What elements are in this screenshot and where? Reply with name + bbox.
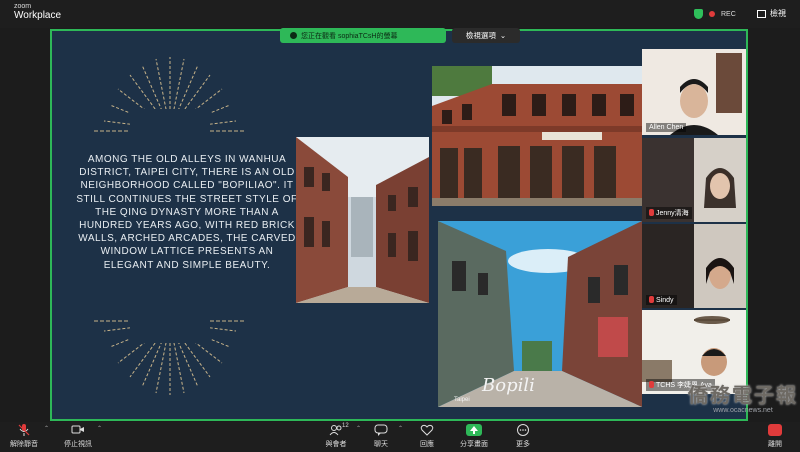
sunburst-bottom-ornament [94, 317, 246, 395]
muted-mic-icon [649, 209, 654, 216]
participant-tile-jenny[interactable]: Jenny清海 [642, 138, 746, 222]
photo-caption-script: Bopili [481, 375, 535, 396]
participant-name-text: Jenny清海 [656, 210, 689, 217]
corner-building-photo [432, 66, 642, 206]
chat-icon [374, 424, 388, 436]
alley-photo [296, 137, 429, 303]
brand-small: zoom [14, 3, 32, 10]
participant-tile-ava[interactable]: TCHS 李婕恩 Ava [642, 310, 746, 394]
meeting-toolbar: 解除靜音 ⌃ 停止視訊 ⌃ 12 與會者 ⌃ 聊天 ⌃ 回應 分享畫面 更多 離… [0, 422, 800, 452]
muted-mic-icon [649, 296, 654, 303]
share-screen-label: 分享畫面 [460, 441, 488, 448]
unmute-label: 解除靜音 [10, 441, 38, 448]
slide-body-text: Among the old alleys in Wanhua District,… [76, 154, 298, 271]
participant-name: Sindy [646, 295, 677, 305]
recording-indicator[interactable]: REC [694, 9, 736, 19]
participant-name-text: Sindy [656, 297, 674, 304]
leave-button[interactable]: 離開 [768, 424, 782, 449]
photo-caption-small: Taipei [454, 397, 470, 403]
video-camera-icon [71, 425, 84, 434]
participants-button[interactable]: 12 與會者 [324, 423, 349, 449]
participant-name: Allen Chen [646, 123, 687, 132]
ocac-watermark: 僑務電子報 www.ocacnews.net [688, 385, 798, 414]
share-banner-text: 您正在觀看 sophiaTCsH的螢幕 [301, 32, 398, 40]
watermark-url: www.ocacnews.net [713, 407, 773, 414]
heart-icon [420, 424, 434, 436]
brand-big: Workplace [14, 10, 62, 21]
reactions-label: 回應 [420, 441, 434, 448]
slide: Among the old alleys in Wanhua District,… [52, 31, 642, 419]
caret-up-icon: ⌃ [398, 426, 404, 432]
participant-count: 12 [342, 423, 349, 429]
top-bar: zoom Workplace REC 檢視 [0, 0, 800, 28]
microphone-muted-icon [18, 424, 30, 436]
more-button[interactable]: 更多 [516, 424, 530, 449]
leave-icon [768, 424, 782, 436]
shared-screen: Among the old alleys in Wanhua District,… [50, 29, 748, 421]
caret-up-icon: ⌃ [44, 426, 50, 432]
chat-label: 聊天 [374, 441, 388, 448]
chevron-down-icon: ⌄ [499, 31, 507, 40]
more-label: 更多 [516, 441, 530, 448]
grid-view-icon [757, 9, 766, 18]
blue-alley-photo: Bopili Taipei [438, 221, 642, 407]
muted-mic-icon [649, 381, 654, 388]
share-screen-icon [466, 424, 482, 436]
participant-tile-allen[interactable]: Allen Chen [642, 49, 746, 135]
leave-label: 離開 [768, 441, 782, 448]
view-label: 檢視 [770, 9, 786, 18]
view-options-button[interactable]: 檢視選項 ⌄ [452, 28, 520, 43]
reactions-button[interactable]: 回應 [420, 424, 434, 449]
view-options-label: 檢視選項 [465, 31, 496, 40]
rec-label: REC [721, 10, 736, 18]
stop-video-label: 停止視訊 [64, 441, 92, 448]
watermark-title: 僑務電子報 [688, 383, 798, 407]
sunburst-top-ornament [94, 57, 246, 135]
participants-icon [329, 425, 342, 436]
caret-up-icon: ⌃ [356, 426, 362, 432]
caret-up-icon: ⌃ [97, 426, 103, 432]
share-status-icon [290, 32, 297, 39]
zoom-logo: zoom Workplace [14, 3, 61, 21]
stop-video-button[interactable]: 停止視訊 [64, 424, 92, 449]
view-button[interactable]: 檢視 [757, 8, 786, 19]
more-icon [517, 424, 529, 436]
shield-icon [694, 9, 703, 19]
screen-share-banner[interactable]: 您正在觀看 sophiaTCsH的螢幕 [280, 28, 446, 43]
participants-options-caret[interactable]: ⌃ [356, 425, 361, 432]
zoom-window: zoom Workplace REC 檢視 AMONG THE OLD ALLE… [0, 0, 800, 452]
video-options-caret[interactable]: ⌃ [97, 425, 102, 432]
audio-options-caret[interactable]: ⌃ [44, 425, 49, 432]
participants-label: 與會者 [325, 441, 347, 448]
record-dot-icon [709, 11, 715, 17]
participant-name: Jenny清海 [646, 207, 692, 219]
share-screen-button[interactable]: 分享畫面 [460, 424, 488, 449]
participant-tile-sindy[interactable]: Sindy [642, 224, 746, 308]
unmute-button[interactable]: 解除靜音 [10, 424, 38, 449]
chat-options-caret[interactable]: ⌃ [398, 425, 403, 432]
chat-button[interactable]: 聊天 [374, 424, 388, 449]
